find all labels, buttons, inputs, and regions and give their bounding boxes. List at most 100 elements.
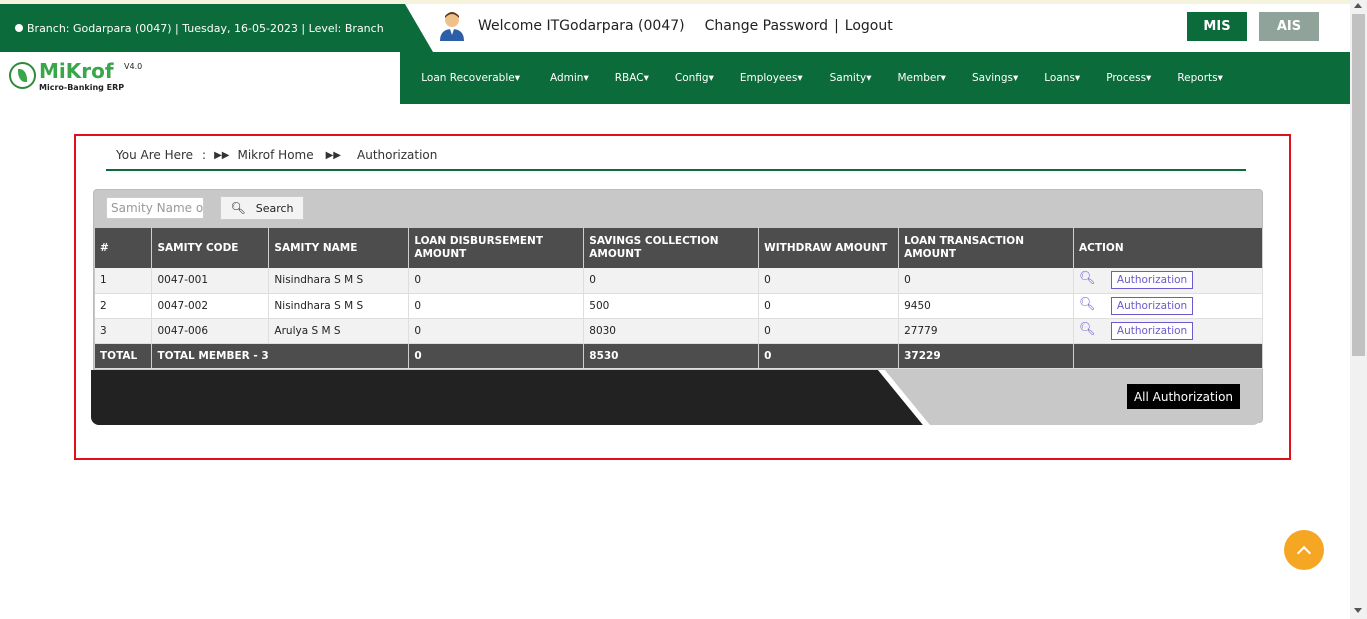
view-search-icon[interactable]: 🔍︎ xyxy=(1079,271,1096,286)
ais-button[interactable]: AIS xyxy=(1259,12,1319,41)
scrollbar-thumb[interactable] xyxy=(1352,14,1365,356)
loan-transaction: 9450 xyxy=(898,293,1075,319)
breadcrumb-colon: : xyxy=(202,148,207,162)
column-header: LOAN TRANSACTION AMOUNT xyxy=(898,228,1075,268)
view-search-icon[interactable]: 🔍︎ xyxy=(1079,297,1096,312)
nav-item-loans[interactable]: Loans▾ xyxy=(1044,72,1080,84)
search-button[interactable]: 🔍︎ Search xyxy=(220,196,304,220)
logo[interactable]: MiKrof V4.0 Micro-Banking ERP xyxy=(0,52,400,104)
leaf-logo-icon xyxy=(9,62,36,89)
nav-item-samity[interactable]: Samity▾ xyxy=(830,72,872,84)
column-header: SAMITY NAME xyxy=(268,228,410,268)
savings-collection: 500 xyxy=(583,293,760,319)
chevron-up-icon xyxy=(1296,545,1312,560)
loan-disbursement: 0 xyxy=(408,318,585,344)
loan-disbursement: 0 xyxy=(408,293,585,319)
action-cell: 🔍︎ Authorization xyxy=(1073,268,1263,294)
table-header-row: # SAMITY CODE SAMITY NAME LOAN DISBURSEM… xyxy=(95,228,1263,268)
total-row: TOTAL TOTAL MEMBER - 3 0 8530 0 37229 xyxy=(95,343,1263,369)
welcome-text: Welcome ITGodarpara (0047) xyxy=(478,18,685,34)
nav-item-savings[interactable]: Savings▾ xyxy=(972,72,1018,84)
action-cell: 🔍︎ Authorization xyxy=(1073,293,1263,319)
globe-icon xyxy=(15,24,23,32)
total-members: TOTAL MEMBER - 3 xyxy=(151,343,410,369)
scroll-down-arrow-icon[interactable] xyxy=(1354,608,1362,613)
total-loan-disbursement: 0 xyxy=(408,343,585,369)
total-label: TOTAL xyxy=(95,343,153,369)
main-nav: ard Loan Recoverable▾ Admin▾ RBAC▾ Confi… xyxy=(355,52,1350,104)
nav-item-rbac[interactable]: RBAC▾ xyxy=(615,72,649,84)
nav-item-process[interactable]: Process▾ xyxy=(1106,72,1151,84)
search-button-label: Search xyxy=(255,201,294,215)
row-number: 2 xyxy=(95,293,153,319)
logout-link[interactable]: Logout xyxy=(845,18,893,34)
scroll-to-top-button[interactable] xyxy=(1284,530,1324,570)
column-header: ACTION xyxy=(1073,228,1263,268)
table-row: 3 0047-006 Arulya S M S 0 8030 0 27779 🔍… xyxy=(95,318,1263,344)
authorization-button[interactable]: Authorization xyxy=(1110,296,1194,315)
withdraw-amount: 0 xyxy=(758,293,900,319)
withdraw-amount: 0 xyxy=(758,268,900,294)
row-number: 3 xyxy=(95,318,153,344)
table-row: 2 0047-002 Nisindhara S M S 0 500 0 9450… xyxy=(95,293,1263,319)
column-header: SAVINGS COLLECTION AMOUNT xyxy=(583,228,760,268)
authorization-button[interactable]: Authorization xyxy=(1110,271,1194,290)
header-separator: | xyxy=(834,18,839,34)
vertical-scrollbar[interactable] xyxy=(1350,0,1367,619)
column-header: # xyxy=(95,228,153,268)
nav-item-reports[interactable]: Reports▾ xyxy=(1177,72,1223,84)
loan-disbursement: 0 xyxy=(408,268,585,294)
breadcrumb-divider xyxy=(106,169,1246,171)
search-input[interactable]: Samity Name or xyxy=(106,197,204,219)
action-cell: 🔍︎ Authorization xyxy=(1073,318,1263,344)
breadcrumb-current: Authorization xyxy=(357,148,438,162)
all-authorization-button[interactable]: All Authorization xyxy=(1127,384,1240,409)
nav-item-config[interactable]: Config▾ xyxy=(675,72,714,84)
breadcrumb-prefix: You Are Here xyxy=(116,148,194,162)
samity-name: Nisindhara S M S xyxy=(268,293,410,319)
mis-button[interactable]: MIS xyxy=(1187,12,1247,41)
branch-info-text: Branch: Godarpara (0047) | Tuesday, 16-0… xyxy=(27,21,384,35)
samity-name: Nisindhara S M S xyxy=(268,268,410,294)
change-password-link[interactable]: Change Password xyxy=(705,18,828,34)
nav-item-loan-recoverable[interactable]: Loan Recoverable▾ xyxy=(421,72,520,84)
total-withdraw: 0 xyxy=(758,343,900,369)
savings-collection: 8030 xyxy=(583,318,760,344)
view-search-icon[interactable]: 🔍︎ xyxy=(1079,322,1096,337)
logo-name: MiKrof xyxy=(39,59,114,83)
double-chevron-icon: ▶▶ xyxy=(325,149,341,161)
top-strip xyxy=(0,0,1367,4)
user-avatar-icon xyxy=(440,12,464,41)
nav-item-member[interactable]: Member▾ xyxy=(897,72,945,84)
logo-version: V4.0 xyxy=(124,62,143,71)
total-loan-transaction: 37229 xyxy=(898,343,1075,369)
nav-item-employees[interactable]: Employees▾ xyxy=(740,72,803,84)
welcome-area: Welcome ITGodarpara (0047) Change Passwo… xyxy=(438,10,893,42)
authorization-button[interactable]: Authorization xyxy=(1110,321,1194,340)
total-savings-collection: 8530 xyxy=(583,343,760,369)
branch-info-bar: Branch: Godarpara (0047) | Tuesday, 16-0… xyxy=(0,4,433,52)
samity-code: 0047-002 xyxy=(151,293,270,319)
search-icon: 🔍︎ xyxy=(230,201,246,215)
column-header: LOAN DISBURSEMENT AMOUNT xyxy=(408,228,585,268)
loan-transaction: 0 xyxy=(898,268,1075,294)
table-row: 1 0047-001 Nisindhara S M S 0 0 0 0 🔍︎ A… xyxy=(95,268,1263,294)
loan-transaction: 27779 xyxy=(898,318,1075,344)
samity-code: 0047-006 xyxy=(151,318,270,344)
nav-item-admin[interactable]: Admin▾ xyxy=(550,72,589,84)
scroll-up-arrow-icon[interactable] xyxy=(1354,3,1362,8)
samity-name: Arulya S M S xyxy=(268,318,410,344)
row-number: 1 xyxy=(95,268,153,294)
column-header: SAMITY CODE xyxy=(151,228,270,268)
authorization-table: # SAMITY CODE SAMITY NAME LOAN DISBURSEM… xyxy=(95,228,1263,369)
authorization-panel: You Are Here : ▶▶ Mikrof Home ▶▶ Authori… xyxy=(74,134,1291,460)
breadcrumb-home[interactable]: Mikrof Home xyxy=(237,148,313,162)
breadcrumb: You Are Here : ▶▶ Mikrof Home ▶▶ Authori… xyxy=(116,148,437,162)
logo-subtitle: Micro-Banking ERP xyxy=(39,83,125,92)
withdraw-amount: 0 xyxy=(758,318,900,344)
double-chevron-icon: ▶▶ xyxy=(214,149,230,161)
savings-collection: 0 xyxy=(583,268,760,294)
samity-code: 0047-001 xyxy=(151,268,270,294)
column-header: WITHDRAW AMOUNT xyxy=(758,228,900,268)
total-action-empty xyxy=(1073,343,1263,369)
